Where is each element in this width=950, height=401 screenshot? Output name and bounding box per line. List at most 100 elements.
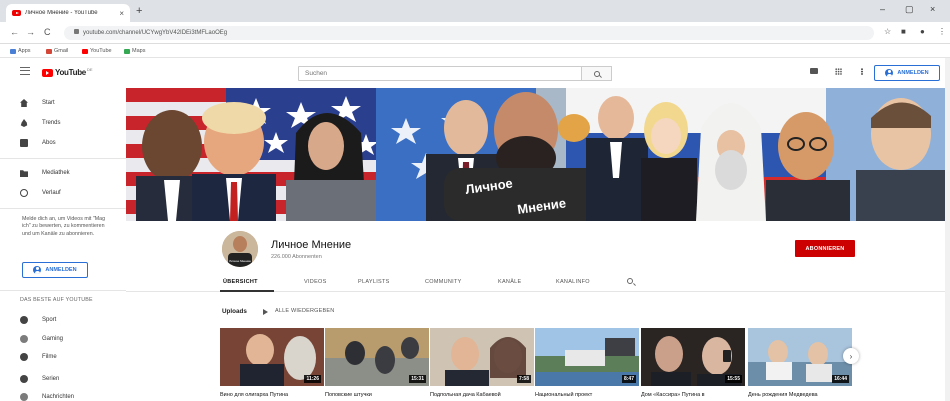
signin-note: Melde dich an, um Videos mit "Mag ich" z…: [22, 216, 106, 237]
tab-channels[interactable]: KANÄLE: [498, 279, 522, 285]
uploads-heading[interactable]: Uploads: [222, 308, 247, 315]
signin-label: ANMELDEN: [45, 267, 77, 273]
browser-tab[interactable]: Личное Мнение - YouTube ×: [6, 4, 130, 22]
tab-community[interactable]: COMMUNITY: [425, 279, 462, 285]
sidebar-item-mediathek[interactable]: Mediathek: [0, 164, 126, 182]
video-thumbnail[interactable]: 15:55: [641, 328, 745, 386]
gaming-icon: [20, 335, 28, 343]
sidebar-item-label: Nachrichten: [42, 394, 75, 400]
youtube-play-icon: [42, 68, 53, 77]
reload-icon[interactable]: C: [44, 27, 51, 37]
maps-icon: [124, 48, 130, 54]
channel-banner: Личное Мнение: [126, 88, 946, 221]
sidebar-item-gaming[interactable]: Gaming: [0, 330, 126, 348]
sidebar-item-label: Mediathek: [42, 170, 70, 176]
browser-menu-icon[interactable]: ⋮: [938, 27, 946, 36]
youtube-logo[interactable]: YouTube DE: [42, 67, 93, 77]
video-title[interactable]: Национальный проект: [535, 392, 639, 398]
bookmark-gmail[interactable]: Gmail: [46, 48, 68, 54]
tab-about[interactable]: KANALINFO: [556, 279, 590, 285]
sidebar-item-start[interactable]: Start: [0, 94, 126, 112]
sidebar-item-serien[interactable]: Serien: [0, 370, 126, 388]
bookmark-label: Maps: [132, 48, 146, 54]
channel-name: Личное Мнение: [271, 239, 352, 251]
tab-videos[interactable]: VIDEOS: [304, 279, 327, 285]
video-title[interactable]: Вино для олигарха Путина: [220, 392, 324, 398]
url-text: youtube.com/channel/UCYwgYbV42IDEi3tMFLa…: [83, 30, 228, 36]
sports-icon: [20, 316, 28, 324]
video-thumbnail[interactable]: 15:31: [325, 328, 429, 386]
video-thumbnail[interactable]: 7:58: [430, 328, 534, 386]
minimize-button[interactable]: –: [880, 4, 885, 14]
url-field[interactable]: youtube.com/channel/UCYwgYbV42IDEi3tMFLa…: [64, 26, 874, 40]
news-icon: [20, 393, 28, 401]
sidebar-item-nachrichten[interactable]: Nachrichten: [0, 388, 126, 401]
header-signin-button[interactable]: ANMELDEN: [874, 65, 940, 81]
tab-title: Личное Мнение - YouTube: [25, 10, 98, 16]
back-icon[interactable]: ←: [10, 27, 19, 37]
bookmark-label: Gmail: [54, 48, 69, 54]
sidebar-item-sport[interactable]: Sport: [0, 311, 126, 329]
tab-overview[interactable]: ÜBERSICHT: [223, 279, 258, 285]
profile-icon[interactable]: ●: [920, 27, 925, 36]
menu-icon[interactable]: [20, 67, 30, 75]
video-thumbnail[interactable]: 11:26: [220, 328, 324, 386]
library-icon: [20, 170, 28, 177]
video-title[interactable]: День рождения Медведева: [748, 392, 852, 398]
channel-avatar[interactable]: Личное Мнение: [222, 231, 258, 267]
tab-strip: Личное Мнение - YouTube × + – ▢ ×: [0, 0, 950, 22]
sidebar-item-abos[interactable]: Abos: [0, 134, 126, 152]
sidebar-item-verlauf[interactable]: Verlauf: [0, 184, 126, 202]
new-tab-button[interactable]: +: [136, 5, 142, 17]
shelf-next-button[interactable]: ›: [843, 348, 859, 364]
search-icon: [593, 70, 600, 77]
play-all-button[interactable]: ALLE WIEDERGEBEN: [275, 308, 334, 314]
sidebar-item-label: Serien: [42, 376, 60, 382]
active-tab-indicator: [220, 290, 274, 292]
sidebar-item-trends[interactable]: Trends: [0, 114, 126, 132]
history-icon: [20, 189, 28, 197]
sidebar: Start Trends Abos Mediathek Verlauf Meld…: [0, 88, 126, 401]
play-all-icon[interactable]: [263, 309, 268, 315]
bookmark-label: YouTube: [90, 48, 112, 54]
video-duration: 16:44: [832, 375, 849, 383]
subscribe-button[interactable]: ABONNIEREN: [795, 240, 855, 257]
bookmark-youtube[interactable]: YouTube: [82, 48, 112, 54]
search-input[interactable]: [298, 66, 582, 81]
address-bar: ← → C youtube.com/channel/UCYwgYbV42IDEi…: [0, 22, 950, 44]
settings-more-icon[interactable]: [861, 68, 863, 75]
page-scrollbar[interactable]: [945, 58, 950, 401]
video-thumbnail[interactable]: 16:44: [748, 328, 852, 386]
tab-playlists[interactable]: PLAYLISTS: [358, 279, 390, 285]
star-icon[interactable]: ☆: [884, 27, 891, 36]
video-title[interactable]: Поповские штучки: [325, 392, 429, 398]
sidebar-item-label: Gaming: [42, 336, 64, 342]
video-title[interactable]: Дом «Кассира» Путина в: [641, 392, 745, 398]
sidebar-item-label: Trends: [42, 120, 61, 126]
video-duration: 11:26: [304, 375, 321, 383]
video-title[interactable]: Подпольная дача Кабаевой: [430, 392, 534, 398]
close-window-button[interactable]: ×: [930, 4, 935, 14]
account-icon: [885, 69, 894, 77]
video-thumbnail[interactable]: 8:47: [535, 328, 639, 386]
extension-icon[interactable]: ■: [901, 27, 906, 36]
search-button[interactable]: [582, 66, 612, 81]
home-icon: [20, 99, 28, 107]
forward-icon[interactable]: →: [26, 27, 35, 37]
banner-illustration: Личное Мнение: [126, 88, 946, 221]
sidebar-item-label: Filme: [42, 354, 57, 360]
trending-icon: [20, 119, 28, 127]
sidebar-item-filme[interactable]: Filme: [0, 348, 126, 366]
sidebar-signin-button[interactable]: ANMELDEN: [22, 262, 88, 278]
tab-close-icon[interactable]: ×: [119, 9, 124, 18]
video-duration: 8:47: [621, 375, 636, 383]
channel-search-icon[interactable]: [627, 278, 633, 284]
bookmark-maps[interactable]: Maps: [124, 48, 145, 54]
maximize-button[interactable]: ▢: [905, 4, 914, 15]
video-duration: 7:58: [516, 375, 531, 383]
bookmarks-bar: Apps Gmail YouTube Maps: [0, 44, 950, 58]
account-icon: [33, 266, 42, 274]
bookmark-apps[interactable]: Apps: [10, 48, 31, 54]
apps-grid-icon[interactable]: [835, 68, 842, 75]
create-video-icon[interactable]: [810, 68, 818, 74]
